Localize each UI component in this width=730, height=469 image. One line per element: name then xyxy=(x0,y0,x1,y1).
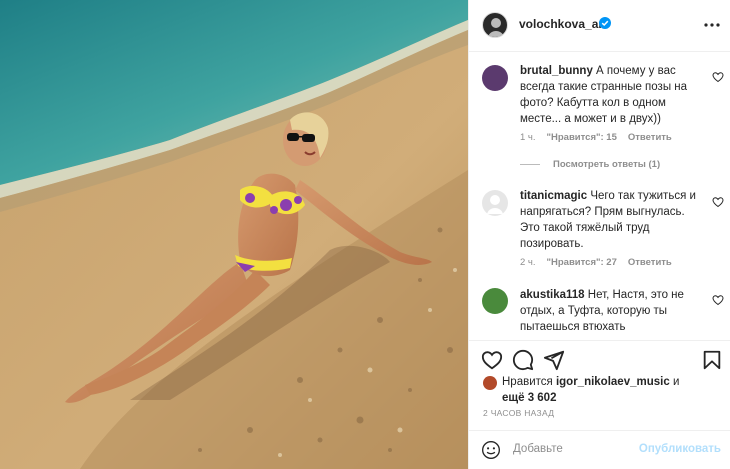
more-options-icon[interactable] xyxy=(703,16,721,34)
comment-body: titanicmagic Чего так тужиться и напряга… xyxy=(520,188,705,252)
add-comment-bar: Добавьте Опубликовать xyxy=(469,430,730,469)
comment-username[interactable]: brutal_bunny xyxy=(520,65,593,77)
comment-time: 1 ч. xyxy=(520,132,536,143)
author-username[interactable]: volochkova_art xyxy=(519,17,607,31)
like-comment-heart-icon[interactable] xyxy=(712,71,724,83)
comment-likes[interactable]: "Нравится": 27 xyxy=(547,257,617,268)
emoji-icon[interactable] xyxy=(481,440,501,460)
instagram-post-modal: volochkova_art brutal_bunny А почему у в… xyxy=(0,0,730,469)
comment-bubble-icon[interactable] xyxy=(512,349,534,371)
comment-meta: 2 ч. "Нравится": 27 Ответить xyxy=(520,257,672,268)
comment-time: 2 ч. xyxy=(520,257,536,268)
publish-button[interactable]: Опубликовать xyxy=(639,443,721,455)
liker-avatar[interactable] xyxy=(483,376,497,390)
commenter-avatar[interactable] xyxy=(482,65,508,91)
comment-likes[interactable]: "Нравится": 15 xyxy=(547,132,617,143)
comment-username[interactable]: titanicmagic xyxy=(520,190,587,202)
likes-count-button[interactable]: ещё 3 602 xyxy=(502,392,556,404)
replies-divider xyxy=(520,164,540,165)
comment-body: brutal_bunny А почему у вас всегда такие… xyxy=(520,63,705,127)
view-replies-label: Посмотреть ответы (1) xyxy=(553,159,661,170)
comment-reply-button[interactable]: Ответить xyxy=(628,257,672,268)
comment-meta: 1 ч. "Нравится": 15 Ответить xyxy=(520,132,672,143)
bookmark-save-icon[interactable] xyxy=(701,349,723,371)
view-replies-button[interactable]: Посмотреть ответы (1) xyxy=(520,159,660,170)
post-photo[interactable] xyxy=(0,0,468,469)
post-action-bar xyxy=(469,340,730,376)
likes-prefix: Нравится xyxy=(502,376,553,388)
verified-badge-icon xyxy=(599,17,611,29)
add-comment-input[interactable]: Добавьте xyxy=(513,443,563,455)
like-heart-icon[interactable] xyxy=(481,349,503,371)
post-timestamp[interactable]: 2 ЧАСОВ НАЗАД xyxy=(483,408,554,418)
post-header: volochkova_art xyxy=(469,0,730,52)
likes-text: Нравится igor_nikolaev_music и ещё 3 602 xyxy=(502,374,722,406)
comment-reply-button[interactable]: Ответить xyxy=(628,132,672,143)
comments-list[interactable]: brutal_bunny А почему у вас всегда такие… xyxy=(469,53,730,340)
likes-suffix: и xyxy=(672,376,680,388)
comment-body: akustika118 Нет, Настя, это не отдых, а … xyxy=(520,287,705,335)
commenter-avatar[interactable] xyxy=(482,190,508,216)
commenter-avatar[interactable] xyxy=(482,288,508,314)
comment-username[interactable]: akustika118 xyxy=(520,289,585,301)
share-send-icon[interactable] xyxy=(543,349,565,371)
like-comment-heart-icon[interactable] xyxy=(712,294,724,306)
liker-username[interactable]: igor_nikolaev_music xyxy=(556,376,670,388)
beach-photo xyxy=(0,0,468,469)
post-side-panel: volochkova_art brutal_bunny А почему у в… xyxy=(468,0,730,469)
author-avatar[interactable] xyxy=(482,12,508,38)
like-comment-heart-icon[interactable] xyxy=(712,196,724,208)
